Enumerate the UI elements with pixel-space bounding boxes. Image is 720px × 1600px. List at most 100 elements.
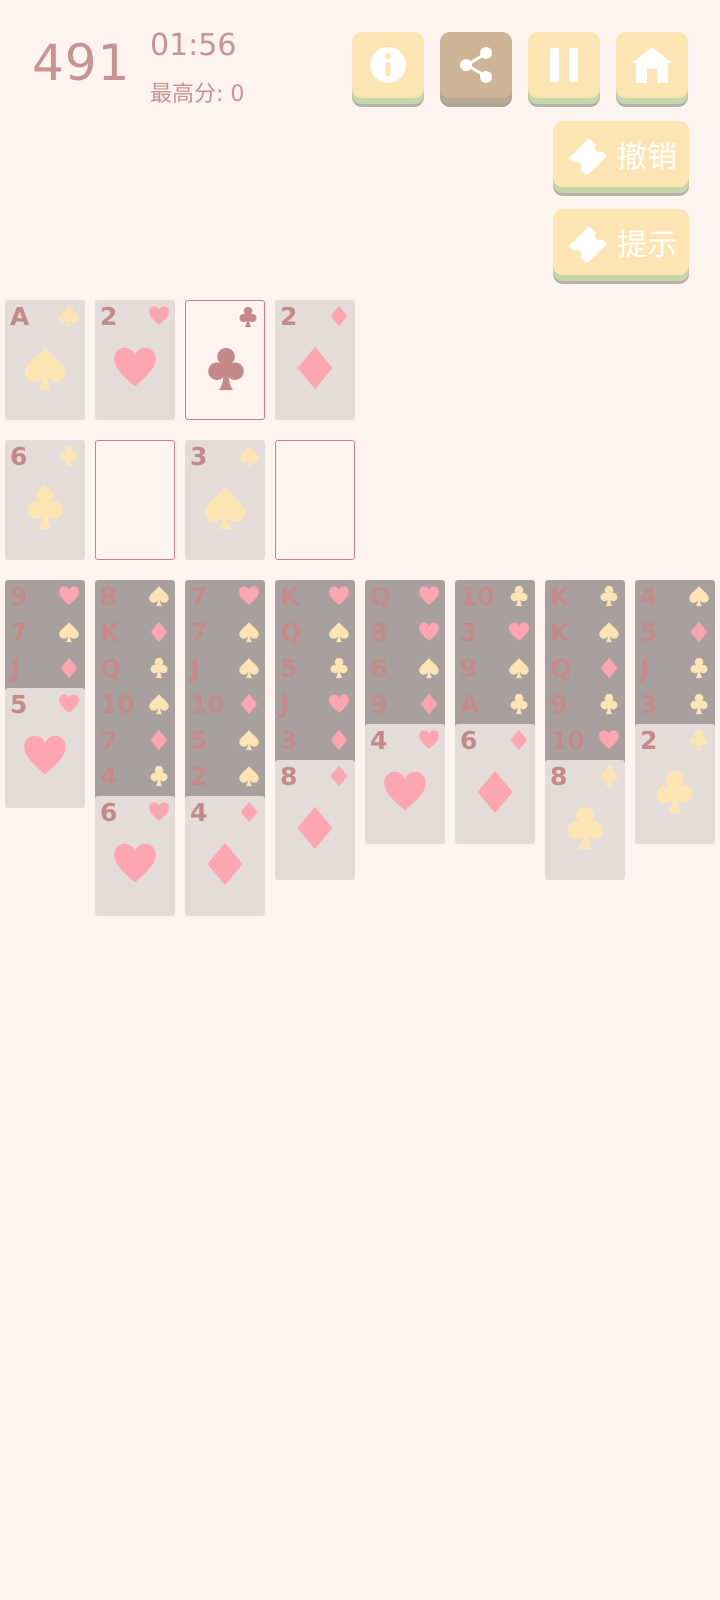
tableau-card[interactable]: 5 [5, 688, 85, 808]
info-button[interactable] [352, 32, 424, 98]
card-rank: 4 [370, 726, 388, 755]
spade-icon [59, 305, 79, 327]
tableau-card[interactable]: 4 [365, 724, 445, 844]
diamond-icon [150, 621, 168, 643]
heart-icon [149, 306, 169, 325]
tableau-card[interactable]: 8 [275, 760, 355, 880]
card-rank: Q [280, 618, 302, 647]
club-icon [600, 693, 618, 715]
pause-icon [550, 48, 578, 82]
heart-icon [59, 694, 79, 713]
club-icon [657, 770, 693, 814]
club-icon [567, 806, 603, 850]
card-rank: 2 [280, 302, 298, 331]
tableau-card[interactable]: 4 [185, 796, 265, 916]
card-rank: 3 [460, 618, 478, 647]
diamond-icon [420, 693, 438, 715]
tableau-card[interactable]: 6 [455, 724, 535, 844]
diamond-icon [330, 765, 348, 787]
card-rank: 8 [100, 582, 118, 611]
spade-icon [239, 621, 259, 643]
spade-icon [239, 445, 259, 467]
club-icon [510, 585, 528, 607]
club-icon [690, 693, 708, 715]
card-rank: J [10, 654, 20, 683]
club-icon [27, 486, 63, 530]
foundation-slot[interactable]: 2 [275, 300, 355, 420]
card-rank: 2 [190, 762, 208, 791]
heart-icon [419, 622, 439, 641]
card-rank: 5 [190, 726, 208, 755]
spade-icon [599, 621, 619, 643]
spade-icon [204, 486, 246, 530]
card-rank: J [640, 654, 650, 683]
card-rank: 8 [550, 762, 568, 791]
club-icon [60, 445, 78, 467]
foundation-slot[interactable]: A [5, 300, 85, 420]
club-icon [600, 765, 618, 787]
card-rank: 10 [190, 690, 225, 719]
undo-button[interactable]: 撤销 [553, 121, 689, 187]
heart-icon [419, 586, 439, 605]
card-rank: 7 [190, 618, 208, 647]
card-rank: 3 [280, 726, 298, 755]
card-rank: 4 [640, 582, 658, 611]
share-icon [460, 47, 492, 83]
score-display: 491 [32, 34, 131, 92]
spade-icon [149, 585, 169, 607]
pause-button[interactable] [528, 32, 600, 98]
diamond-icon [690, 621, 708, 643]
card-rank: Q [550, 654, 572, 683]
spade-icon [24, 346, 66, 390]
heart-icon [509, 622, 529, 641]
hint-button[interactable]: 提示 [553, 209, 689, 275]
ticket-icon [569, 138, 607, 174]
free-cell[interactable]: 3 [185, 440, 265, 560]
tableau-card[interactable]: 2 [635, 724, 715, 844]
spade-icon [239, 765, 259, 787]
diamond-icon [510, 729, 528, 751]
heart-icon [329, 586, 349, 605]
heart-icon [384, 771, 426, 811]
spade-icon [239, 657, 259, 679]
free-cell-empty[interactable] [275, 440, 355, 560]
foundation-slot[interactable]: 2 [95, 300, 175, 420]
card-rank: 7 [100, 726, 118, 755]
diamond-icon [297, 346, 333, 390]
home-button[interactable] [616, 32, 688, 98]
share-button[interactable] [440, 32, 512, 98]
card-rank: 8 [280, 762, 298, 791]
diamond-icon [150, 729, 168, 751]
club-icon [510, 693, 528, 715]
timer-display: 01:56 [150, 28, 237, 63]
foundation-slot[interactable] [185, 300, 265, 420]
card-rank: K [550, 618, 570, 647]
diamond-icon [240, 693, 258, 715]
card-rank: 4 [190, 798, 208, 827]
card-rank: 9 [10, 582, 28, 611]
club-icon [600, 585, 618, 607]
card-rank: Q [370, 582, 392, 611]
spade-icon [149, 693, 169, 715]
tableau-card[interactable]: 6 [95, 796, 175, 916]
free-cell-empty[interactable] [95, 440, 175, 560]
card-rank: 5 [10, 690, 28, 719]
spade-icon [239, 729, 259, 751]
spade-icon [329, 621, 349, 643]
home-icon [632, 47, 672, 83]
card-rank: 6 [10, 442, 28, 471]
card-rank: 6 [100, 798, 118, 827]
card-rank: J [190, 654, 200, 683]
heart-icon [24, 735, 66, 775]
heart-icon [114, 843, 156, 883]
card-rank: 3 [190, 442, 208, 471]
card-rank: 10 [460, 582, 495, 611]
diamond-icon [207, 842, 243, 886]
tableau-card[interactable]: 8 [545, 760, 625, 880]
heart-icon [599, 730, 619, 749]
ticket-icon [569, 226, 607, 262]
free-cell[interactable]: 6 [5, 440, 85, 560]
card-rank: J [280, 690, 290, 719]
card-rank: 6 [460, 726, 478, 755]
card-rank: 8 [370, 618, 388, 647]
